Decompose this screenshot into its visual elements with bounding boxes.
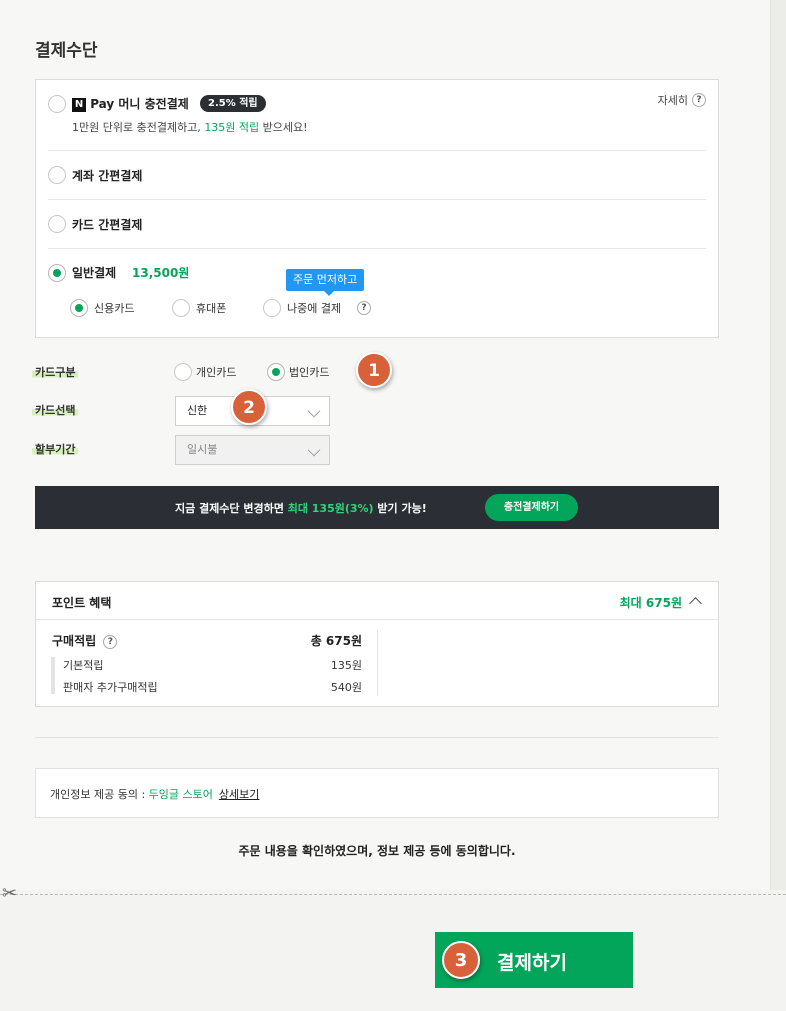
consent-store: 두잉글 스토어 — [148, 788, 213, 801]
consent-text: 개인정보 제공 동의 : 두잉글 스토어 상세보기 — [50, 786, 259, 802]
npay-radio[interactable] — [48, 95, 66, 113]
card-radio[interactable] — [48, 215, 66, 233]
npay-label: Pay 머니 충전결제 — [90, 97, 189, 111]
pay-later-radio[interactable] — [263, 299, 281, 317]
npay-label-group: N Pay 머니 충전결제 — [72, 95, 189, 112]
consent-box: 개인정보 제공 동의 : 두잉글 스토어 상세보기 — [35, 768, 719, 818]
seller-reward-value: 540원 — [330, 681, 362, 694]
page-edge — [770, 0, 786, 890]
checkout-page: 결제수단 N Pay 머니 충전결제 2.5% 적립 자세히 ? 1만원 단위로… — [0, 0, 770, 890]
installment-value: 일시불 — [187, 443, 218, 456]
point-benefit-box: 포인트 혜택 최대 675원 구매적립 ? 총 675원 기본적립 135원 판… — [35, 581, 719, 707]
point-benefit-title: 포인트 혜택 — [52, 596, 112, 610]
npay-detail-link[interactable]: 자세히 — [658, 92, 688, 108]
card-label: 카드 간편결제 — [72, 218, 143, 232]
point-max-value: 최대 675원 — [619, 596, 682, 610]
card-select-label: 카드선택 — [32, 402, 79, 418]
step-3-marker: 3 — [442, 941, 480, 979]
consent-prefix: 개인정보 제공 동의 : — [50, 788, 149, 801]
point-divider — [377, 630, 378, 696]
promo-text: 지금 결제수단 변경하면 최대 135원(3%) 받기 가능! — [175, 500, 427, 516]
point-tree-bar — [51, 657, 55, 694]
scissors-icon: ✂ — [2, 883, 18, 904]
pay-later-help-icon[interactable]: ? — [357, 301, 371, 315]
npay-reward-badge: 2.5% 적립 — [200, 95, 266, 112]
account-label: 계좌 간편결제 — [72, 169, 143, 183]
phone-radio[interactable] — [172, 299, 190, 317]
pay-later-tooltip: 주문 먼저하고 — [286, 269, 365, 296]
chevron-down-icon — [307, 404, 321, 418]
pay-later-label: 나중에 결제 — [287, 302, 342, 315]
personal-card-label: 개인카드 — [196, 366, 237, 379]
purchase-reward-help-icon[interactable]: ? — [103, 635, 118, 649]
npay-desc-highlight: 135원 적립 — [204, 121, 260, 134]
payment-method-box: N Pay 머니 충전결제 2.5% 적립 자세히 ? 1만원 단위로 충전결제… — [35, 79, 719, 338]
general-amount: 13,500원 — [132, 266, 190, 280]
chevron-up-icon[interactable] — [689, 597, 702, 610]
general-radio[interactable] — [48, 264, 66, 282]
basic-reward-row: 기본적립 135원 — [63, 657, 362, 673]
npay-description: 1만원 단위로 충전결제하고, 135원 적립 받으세요! — [72, 119, 308, 135]
payment-method-title: 결제수단 — [35, 41, 98, 61]
card-option[interactable]: 카드 간편결제 — [48, 200, 706, 249]
point-benefit-header[interactable]: 포인트 혜택 최대 675원 — [36, 582, 718, 620]
step-2-marker: 2 — [231, 389, 267, 425]
phone-label: 휴대폰 — [196, 302, 227, 315]
corporate-card-label: 법인카드 — [289, 366, 330, 379]
divider — [35, 737, 719, 738]
purchase-reward-row: 구매적립 ? 총 675원 — [52, 632, 362, 649]
basic-reward-value: 135원 — [330, 659, 362, 672]
purchase-reward-label: 구매적립 — [52, 634, 97, 648]
installment-label: 할부기간 — [32, 441, 79, 457]
basic-reward-label: 기본적립 — [63, 659, 104, 672]
consent-detail-link[interactable]: 상세보기 — [219, 788, 259, 801]
purchase-reward-total: 총 675원 — [310, 634, 362, 648]
card-type-label: 카드구분 — [32, 364, 79, 380]
agreement-text: 주문 내용을 확인하였으며, 정보 제공 등에 동의합니다. — [238, 844, 516, 858]
charge-pay-button[interactable]: 충전결제하기 — [485, 494, 578, 521]
account-option[interactable]: 계좌 간편결제 — [48, 151, 706, 200]
credit-card-radio[interactable] — [70, 299, 88, 317]
step-1-marker: 1 — [356, 352, 392, 388]
promo-highlight: 최대 135원(3%) — [287, 502, 374, 515]
pay-button-label: 결제하기 — [497, 952, 567, 974]
promo-banner: 지금 결제수단 변경하면 최대 135원(3%) 받기 가능! 충전결제하기 — [35, 486, 719, 529]
credit-card-label: 신용카드 — [94, 302, 135, 315]
chevron-down-icon — [307, 443, 321, 457]
npay-option[interactable]: N Pay 머니 충전결제 2.5% 적립 자세히 ? 1만원 단위로 충전결제… — [48, 80, 706, 151]
pay-button[interactable]: 3 결제하기 — [435, 932, 633, 988]
npay-desc-prefix: 1만원 단위로 충전결제하고, — [72, 121, 205, 134]
seller-reward-row: 판매자 추가구매적립 540원 — [63, 679, 362, 695]
promo-prefix: 지금 결제수단 변경하면 — [175, 502, 288, 515]
account-radio[interactable] — [48, 166, 66, 184]
npay-detail-label: 자세히 — [657, 94, 688, 107]
npay-help-icon[interactable]: ? — [692, 93, 706, 107]
general-label: 일반결제 — [72, 266, 117, 280]
general-option[interactable]: 일반결제 13,500원 신용카드 휴대폰 나중에 결제 ? 주문 먼저하고 — [48, 249, 706, 337]
corporate-card-radio[interactable] — [267, 363, 285, 381]
promo-suffix: 받기 가능! — [373, 502, 427, 515]
npay-logo-icon: N — [72, 98, 86, 112]
card-select-value: 신한 — [187, 404, 208, 417]
personal-card-radio[interactable] — [174, 363, 192, 381]
seller-reward-label: 판매자 추가구매적립 — [63, 681, 158, 694]
npay-desc-suffix: 받으세요! — [259, 121, 308, 134]
cut-line — [0, 894, 786, 895]
installment-dropdown[interactable]: 일시불 — [175, 435, 330, 465]
